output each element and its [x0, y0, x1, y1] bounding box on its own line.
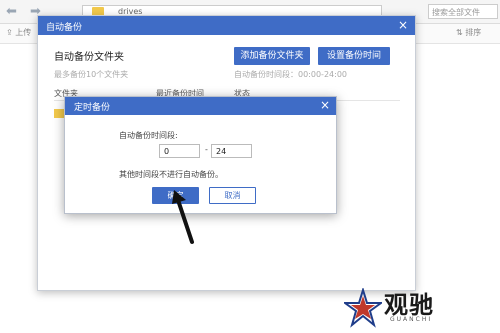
dialog-header: 定时备份 ×	[65, 97, 336, 115]
dialog-title: 自动备份	[46, 23, 83, 33]
period-label: 自动备份时间段:	[119, 131, 178, 140]
watermark-logo-icon	[344, 288, 382, 328]
upload-button[interactable]: ⇪ 上传	[6, 27, 31, 38]
dialog-header: 自动备份 ×	[38, 16, 415, 35]
add-folder-button[interactable]: 添加备份文件夹	[234, 47, 310, 65]
back-arrow-icon[interactable]: ⬅	[6, 4, 17, 19]
start-time-input[interactable]	[159, 144, 200, 158]
section-title: 自动备份文件夹	[54, 52, 124, 63]
sort-label: 排序	[465, 28, 482, 37]
pointer-arrow-icon	[172, 190, 194, 244]
end-time-input[interactable]	[211, 144, 252, 158]
close-icon[interactable]: ×	[320, 98, 330, 112]
sort-button[interactable]: ⇅ 排序	[456, 27, 481, 38]
cancel-button[interactable]: 取消	[209, 187, 256, 204]
close-icon[interactable]: ×	[398, 18, 408, 32]
range-dash: -	[205, 145, 208, 154]
upload-label: 上传	[15, 28, 32, 37]
set-time-button[interactable]: 设置备份时间	[318, 47, 390, 65]
watermark-subtext: GUANCHI	[390, 316, 433, 323]
timed-backup-dialog: 定时备份 × 自动备份时间段: - 其他时间段不进行自动备份。 确定 取消	[64, 96, 337, 214]
hint-text: 最多备份10个文件夹	[54, 70, 129, 79]
time-range-text: 自动备份时间段：00:00-24:00	[234, 70, 347, 79]
search-input[interactable]: 搜索全部文件	[428, 4, 498, 19]
watermark-brand: 观驰	[384, 291, 434, 319]
note-text: 其他时间段不进行自动备份。	[119, 170, 223, 179]
dialog-title: 定时备份	[74, 103, 111, 113]
